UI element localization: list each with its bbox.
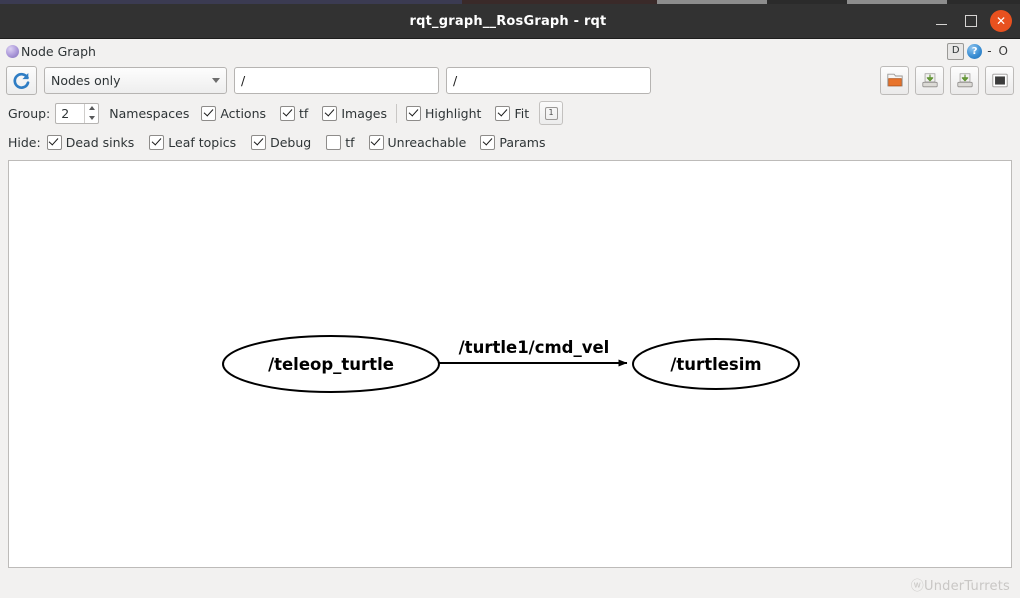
refresh-icon [13,72,30,89]
ros-graph-svg[interactable]: /turtle1/cmd_vel /teleop_turtle /turtles… [9,161,1011,567]
highlight-label: Highlight [425,105,482,121]
node-label: /teleop_turtle [268,355,394,374]
checkbox-tf[interactable]: tf [280,105,309,121]
chevron-down-icon [212,77,220,83]
checkbox-actions[interactable]: Actions [201,105,267,121]
graph-options-row: Group: 2 Namespaces Actions tf Images Hi… [8,101,1012,125]
hide-checkbox-tf[interactable]: tf [326,134,355,150]
tf-label: tf [299,105,309,121]
watermark: ⓦUnderTurrets [910,579,1010,594]
dock-float-button[interactable]: - [985,44,993,58]
graph-node-teleop-turtle[interactable]: /teleop_turtle [222,335,440,393]
actions-label: Actions [220,105,267,121]
node-filter-value: / [453,72,458,88]
images-checkbox-box[interactable] [322,105,338,121]
group-spin-arrows[interactable] [84,103,98,123]
save-image-button[interactable] [950,65,979,95]
hide-tf-checkbox-box[interactable] [326,134,342,150]
save-dot-icon [921,72,938,87]
graph-hide-row: Hide: Dead sinks Leaf topics Debug tf Un… [8,131,1012,153]
unreachable-label: Unreachable [387,134,467,150]
save-image-icon [956,72,973,87]
group-spinbox[interactable]: 2 [55,102,100,124]
actions-checkbox-box[interactable] [201,105,217,121]
params-checkbox-box[interactable] [480,134,496,150]
group-label: Group: [8,105,51,121]
ros-graph-canvas[interactable]: /turtle1/cmd_vel /teleop_turtle /turtles… [8,160,1012,568]
hide-checkbox-unreachable[interactable]: Unreachable [368,134,467,150]
leaf-topics-checkbox-box[interactable] [149,134,165,150]
checkbox-fit[interactable]: Fit [495,105,530,121]
help-icon[interactable]: ? [967,43,983,59]
dock-d-button[interactable]: D [947,42,965,60]
image-export-button[interactable] [985,65,1014,95]
fit-checkbox-box[interactable] [495,105,511,121]
node-filter-input[interactable]: / [446,66,651,94]
refresh-button[interactable] [6,65,37,95]
minimize-icon [935,23,947,26]
dead-sinks-label: Dead sinks [65,134,135,150]
hide-checkbox-leaf-topics[interactable]: Leaf topics [149,134,237,150]
leaf-topics-label: Leaf topics [168,134,237,150]
load-dot-button[interactable] [880,65,909,95]
tf-checkbox-box[interactable] [280,105,296,121]
close-icon: ✕ [995,14,1007,28]
hide-checkbox-params[interactable]: Params [480,134,546,150]
graph-type-select[interactable]: Nodes only [44,66,227,94]
close-button[interactable]: ✕ [990,10,1012,32]
hide-checkbox-dead-sinks[interactable]: Dead sinks [46,134,135,150]
unreachable-checkbox-box[interactable] [368,134,384,150]
edge-label: /turtle1/cmd_vel [459,338,610,357]
group-value: 2 [61,105,70,121]
hide-label: Hide: [8,134,41,150]
open-folder-icon [886,73,903,86]
save-dot-button[interactable] [915,65,944,95]
graph-type-value: Nodes only [51,72,121,88]
toolbar-actions [880,65,1014,95]
zoom-reset-icon: 1 [544,106,558,120]
debug-label: Debug [270,134,312,150]
topic-filter-input[interactable]: / [234,66,439,94]
spin-down-icon[interactable] [88,115,95,120]
image-icon [991,73,1008,87]
options-separator [396,103,397,123]
dock-title: Node Graph [21,43,96,59]
fit-label: Fit [514,105,530,121]
spin-up-icon[interactable] [88,106,95,111]
window-title: rqt_graph__RosGraph - rqt [409,13,607,29]
node-label: /turtlesim [670,355,761,374]
hide-tf-label: tf [345,134,355,150]
dead-sinks-checkbox-box[interactable] [46,134,62,150]
node-graph-sphere-icon [6,44,19,58]
maximize-icon [965,15,977,27]
graph-node-turtlesim[interactable]: /turtlesim [632,338,800,390]
dock-header-controls: D ? - O [947,42,1016,60]
graph-edge-teleop-to-turtlesim[interactable]: /turtle1/cmd_vel [439,338,628,367]
highlight-checkbox-box[interactable] [406,105,421,121]
params-label: Params [499,134,546,150]
hide-checkbox-debug[interactable]: Debug [251,134,312,150]
checkbox-highlight[interactable]: Highlight [406,105,482,121]
topic-filter-value: / [241,72,246,88]
minimize-button[interactable] [926,6,956,36]
debug-checkbox-box[interactable] [251,134,267,150]
images-label: Images [341,105,387,121]
dock-close-button[interactable]: O [997,44,1010,58]
zoom-reset-button[interactable]: 1 [539,101,564,125]
dock-widget-header: Node Graph D ? - O [0,40,1020,62]
window-titlebar: rqt_graph__RosGraph - rqt ✕ [0,4,1020,39]
checkbox-images[interactable]: Images [322,105,387,121]
maximize-button[interactable] [956,6,986,36]
namespaces-label: Namespaces [109,105,190,121]
graph-toolbar: Nodes only / / [6,65,1014,95]
